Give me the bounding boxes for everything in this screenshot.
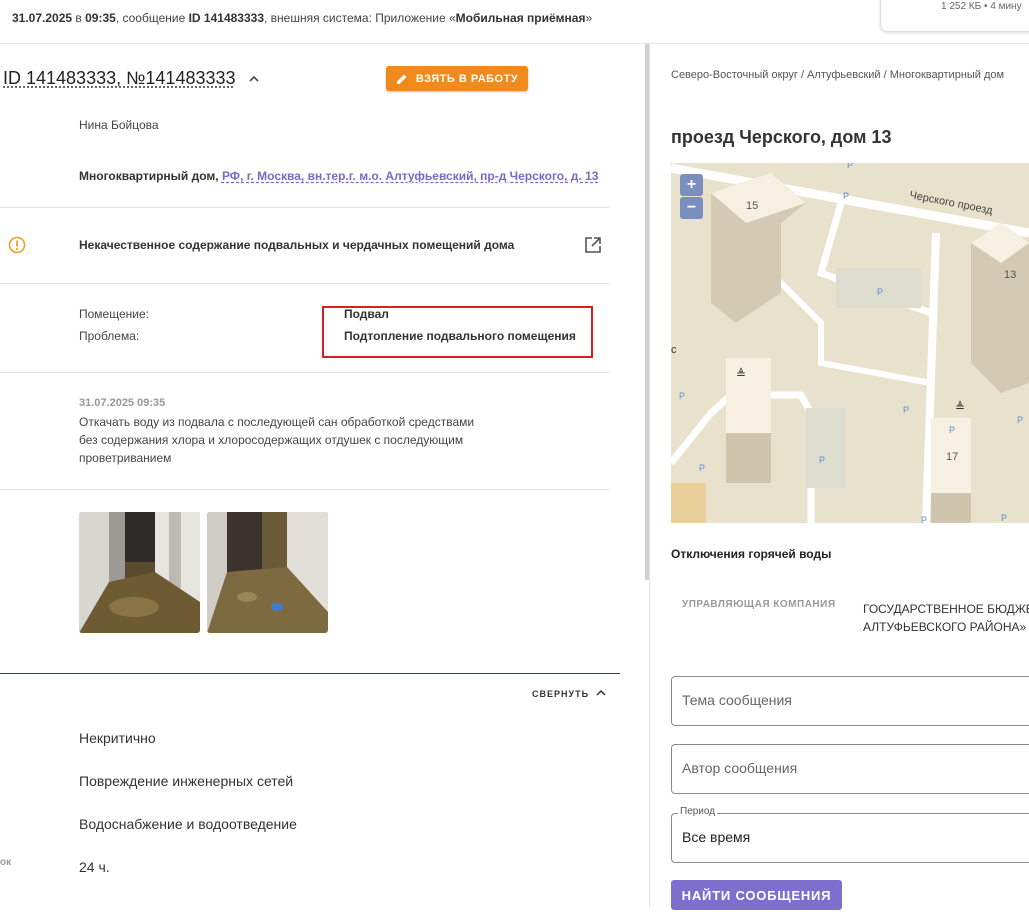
- header-ext-end: »: [585, 11, 593, 25]
- map-canvas: 15 13 17 Черского проезд PPP PPP PPP PP …: [671, 163, 1029, 523]
- period-select[interactable]: Период Все время: [671, 806, 1029, 863]
- svg-text:≜: ≜: [955, 400, 965, 414]
- author-field[interactable]: Автор сообщения: [671, 744, 1029, 794]
- zoom-in-button[interactable]: +: [680, 174, 703, 196]
- breadcrumb: Северо-Восточный округ / Алтуфьевский / …: [671, 69, 1005, 81]
- take-to-work-button[interactable]: ВЗЯТЬ В РАБОТУ: [386, 66, 528, 91]
- svg-text:P: P: [949, 425, 955, 435]
- damage-value: Повреждение инженерных сетей: [79, 773, 294, 789]
- svg-text:P: P: [877, 287, 883, 297]
- highlight-box: [322, 306, 593, 358]
- answer-date: 31.07.2025 09:35: [79, 397, 166, 409]
- photo-image-2: [207, 512, 328, 633]
- building-address: Многоквартирный дом, РФ, г. Москва, вн.т…: [79, 169, 598, 183]
- problem-label: Проблема:: [79, 329, 140, 343]
- collapse-button[interactable]: СВЕРНУТЬ: [532, 689, 606, 699]
- svg-text:P: P: [1017, 415, 1023, 425]
- period-value: Все время: [682, 829, 751, 845]
- problem-category: Некачественное содержание подвальных и ч…: [79, 238, 515, 252]
- map[interactable]: 15 13 17 Черского проезд PPP PPP PPP PP …: [671, 163, 1029, 523]
- zoom-out-button[interactable]: −: [680, 197, 703, 219]
- topic-placeholder: Тема сообщения: [682, 692, 792, 708]
- location-address: проезд Черского, дом 13: [671, 127, 892, 147]
- open-external-icon[interactable]: [584, 236, 602, 254]
- photo-thumbnail-1[interactable]: [79, 512, 200, 633]
- management-company-value: ГОСУДАРСТВЕННОЕ БЮДЖЕ АЛТУФЬЕВСКОГО РАЙО…: [863, 600, 1029, 636]
- svg-text:P: P: [903, 405, 909, 415]
- map-building-15: 15: [746, 200, 758, 212]
- svg-text:P: P: [1001, 513, 1007, 523]
- chevron-up-icon[interactable]: [247, 72, 261, 86]
- svg-text:P: P: [921, 515, 927, 523]
- find-messages-button[interactable]: НАЙТИ СООБЩЕНИЯ: [671, 880, 842, 910]
- svg-text:P: P: [699, 463, 705, 473]
- section-separator: [0, 673, 620, 674]
- management-company-label: УПРАВЛЯЮЩАЯ КОМПАНИЯ: [682, 599, 836, 610]
- photo-image-1: [79, 512, 200, 633]
- criticality-value: Некритично: [79, 730, 156, 746]
- chevron-up-icon: [596, 689, 606, 696]
- warning-icon: [8, 236, 26, 254]
- header-ext-system: Мобильная приёмная: [455, 11, 586, 25]
- svg-text:P: P: [847, 163, 853, 170]
- svg-text:P: P: [819, 455, 825, 465]
- address-link[interactable]: РФ, г. Москва, вн.тер.г. м.о. Алтуфьевск…: [222, 169, 598, 183]
- management-company-line1: ГОСУДАРСТВЕННОЕ БЮДЖЕ: [863, 602, 1029, 616]
- svg-text:≜: ≜: [736, 367, 746, 381]
- map-building-17: 17: [946, 451, 958, 463]
- divider: [0, 283, 609, 284]
- topic-field[interactable]: Тема сообщения: [671, 676, 1029, 726]
- map-building-13: 13: [1004, 269, 1016, 281]
- period-label: Период: [678, 806, 718, 817]
- divider: [0, 207, 609, 208]
- take-to-work-label: ВЗЯТЬ В РАБОТУ: [415, 72, 519, 85]
- attachment-card[interactable]: 1 252 КБ • 4 мину: [880, 0, 1029, 32]
- map-zoom-control: + −: [680, 174, 703, 219]
- collapse-label: СВЕРНУТЬ: [532, 689, 590, 699]
- hot-water-title: Отключения горячей воды: [671, 547, 832, 561]
- svg-text:P: P: [843, 191, 849, 201]
- divider: [0, 372, 609, 373]
- message-header-info: 31.07.2025 в 09:35, сообщение ID 1414833…: [12, 11, 592, 25]
- author-name: Нина Бойцова: [79, 118, 159, 132]
- deadline-value: 24 ч.: [79, 859, 110, 875]
- building-type: Многоквартирный дом,: [79, 169, 219, 183]
- pencil-icon: [396, 74, 407, 84]
- room-label: Помещение:: [79, 307, 149, 321]
- attachment-info: 1 252 КБ • 4 мину: [941, 1, 1022, 12]
- author-placeholder: Автор сообщения: [682, 760, 798, 776]
- header-msg-id: ID 141483333: [188, 11, 264, 25]
- deadline-label: ок: [0, 857, 12, 868]
- header-date: 31.07.2025: [12, 11, 73, 25]
- panel-divider: [649, 44, 650, 907]
- photo-thumbnail-2[interactable]: [207, 512, 328, 633]
- management-company-line2: АЛТУФЬЕВСКОГО РАЙОНА»: [863, 620, 1027, 634]
- message-title[interactable]: ID 141483333, №141483333: [3, 68, 236, 89]
- header-time: 09:35: [85, 11, 116, 25]
- svg-text:P: P: [679, 391, 685, 401]
- answer-text: Откачать воду из подвала с последующей с…: [79, 415, 475, 465]
- header-ext-label: , внешняя система: Приложение «: [264, 11, 456, 25]
- system-value: Водоснабжение и водоотведение: [79, 816, 297, 832]
- header-at: в: [72, 11, 86, 25]
- header-msg-word: , сообщение: [115, 11, 189, 25]
- svg-text:c: c: [671, 344, 677, 356]
- divider: [0, 489, 609, 490]
